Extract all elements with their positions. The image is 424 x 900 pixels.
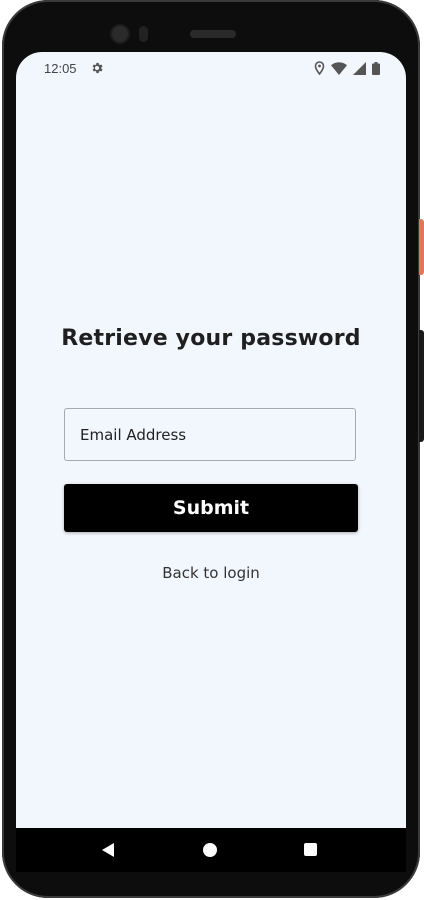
front-camera <box>112 26 128 42</box>
proximity-sensor <box>139 26 148 42</box>
recents-icon[interactable] <box>304 843 317 856</box>
submit-button[interactable]: Submit <box>64 484 358 532</box>
battery-icon <box>372 61 380 75</box>
status-bar: 12:05 <box>16 52 406 86</box>
page-title: Retrieve your password <box>61 326 361 351</box>
wifi-icon <box>331 61 347 75</box>
back-to-login-link[interactable]: Back to login <box>16 564 406 582</box>
navigation-bar <box>16 828 406 872</box>
app-screen: 12:05 Retrieve your password Submit Back… <box>16 52 406 828</box>
power-button <box>419 219 424 275</box>
settings-icon <box>92 62 103 74</box>
status-time: 12:05 <box>44 61 77 76</box>
signal-icon <box>353 61 366 75</box>
volume-button <box>419 330 424 442</box>
back-icon[interactable] <box>102 843 114 857</box>
location-icon <box>314 61 325 75</box>
earpiece-speaker <box>190 30 236 38</box>
home-icon[interactable] <box>203 843 217 857</box>
status-icons <box>314 61 380 75</box>
email-field[interactable] <box>64 408 356 461</box>
